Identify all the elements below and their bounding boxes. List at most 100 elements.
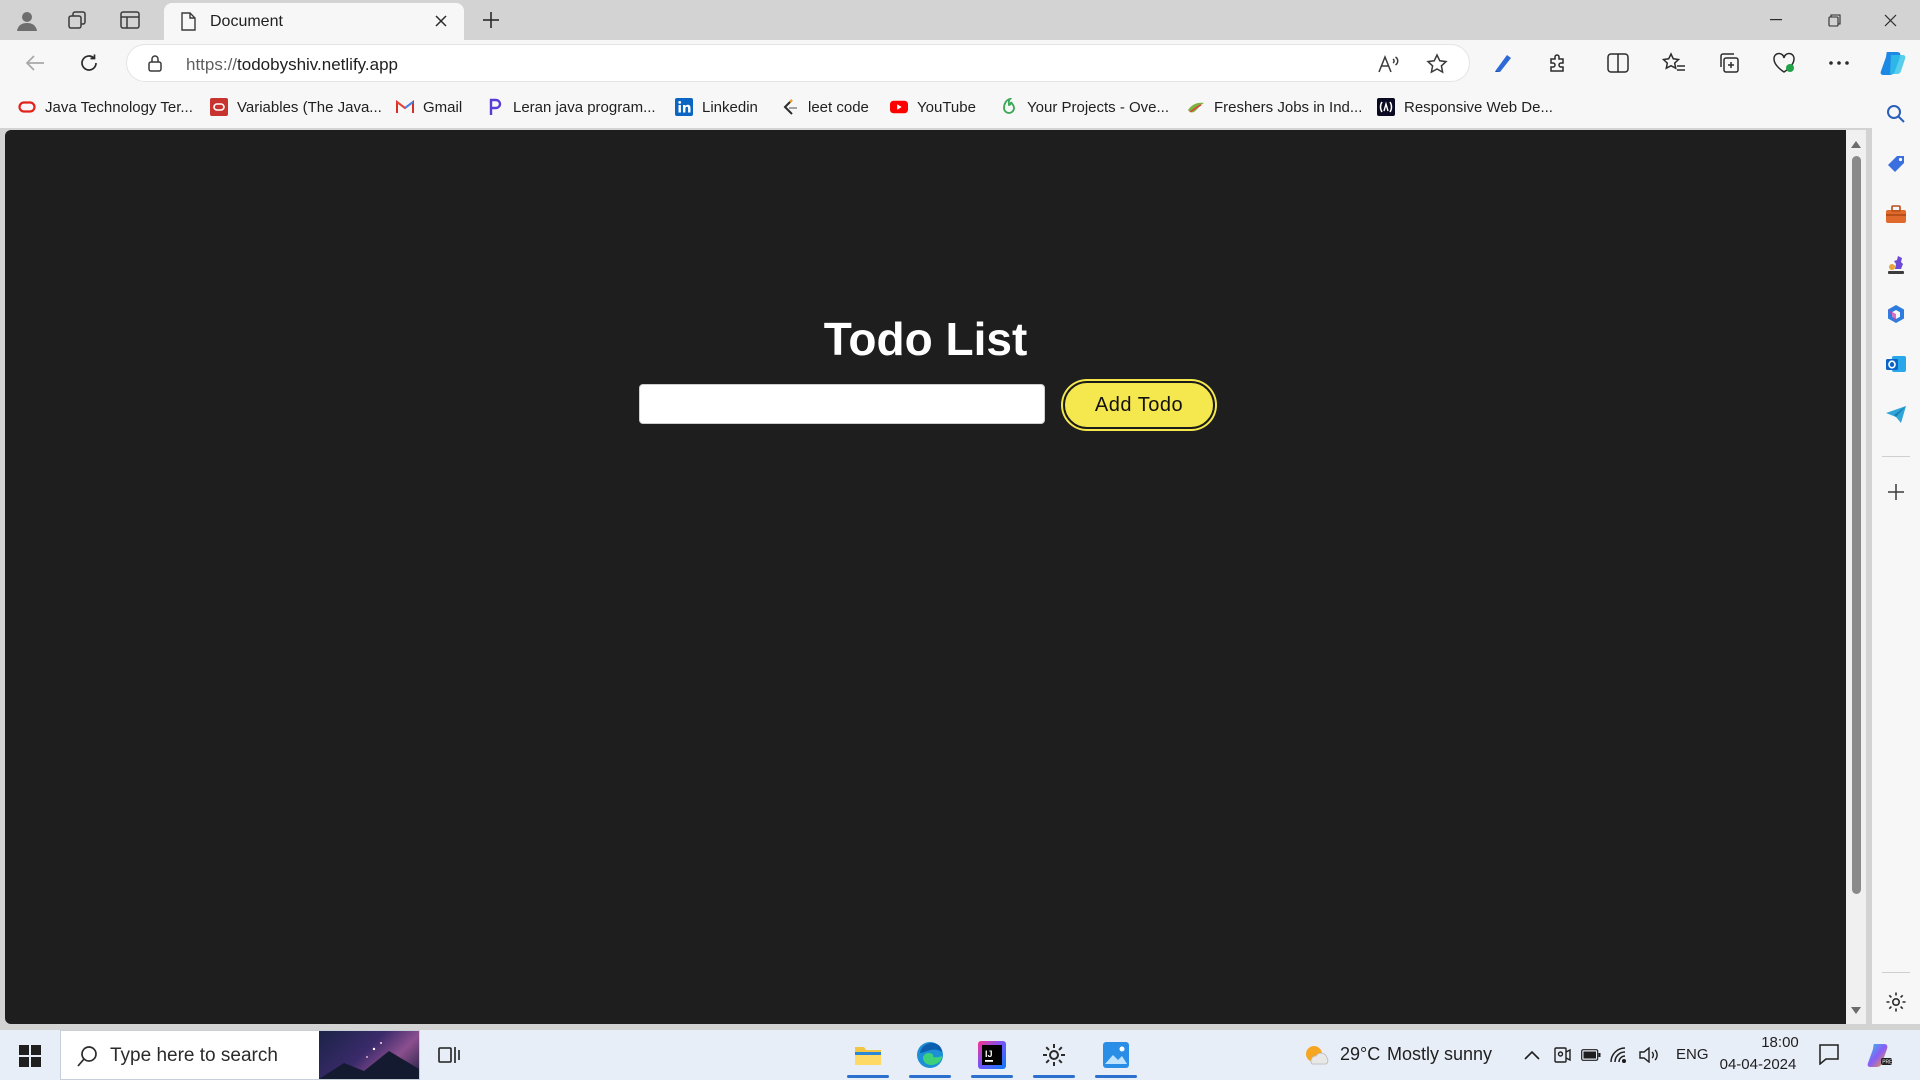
- restore-icon[interactable]: [1806, 0, 1862, 40]
- chevron-up-icon[interactable]: [1521, 1045, 1543, 1065]
- windows-taskbar: Type here to search IJ 29°C Mostly sunny: [0, 1030, 1920, 1080]
- bookmark-your-projects[interactable]: Your Projects - Ove...: [1000, 96, 1169, 118]
- gmail-icon: [396, 98, 414, 116]
- freecodecamp-icon: [1377, 98, 1395, 116]
- refresh-icon[interactable]: [72, 47, 106, 79]
- favorite-star-icon[interactable]: [1422, 49, 1452, 79]
- scroll-thumb[interactable]: [1852, 156, 1861, 894]
- shopping-tag-icon[interactable]: [1880, 148, 1912, 180]
- weather-sun-icon[interactable]: [1303, 1042, 1329, 1068]
- intellij-idea-icon[interactable]: IJ: [967, 1032, 1017, 1078]
- settings-gear-icon[interactable]: [1029, 1032, 1079, 1078]
- back-icon[interactable]: [18, 47, 52, 79]
- extensions-icon[interactable]: [1541, 47, 1575, 79]
- minimize-icon[interactable]: [1748, 0, 1804, 40]
- oracle-icon: [18, 98, 36, 116]
- scroll-down-arrow-icon[interactable]: [1849, 1004, 1863, 1016]
- search-icon[interactable]: [1880, 98, 1912, 130]
- games-chess-icon[interactable]: [1880, 248, 1912, 280]
- weather-condition[interactable]: Mostly sunny: [1387, 1044, 1492, 1065]
- copilot-icon[interactable]: [1876, 47, 1910, 79]
- tools-briefcase-icon[interactable]: [1880, 198, 1912, 230]
- microsoft-365-icon[interactable]: [1880, 298, 1912, 330]
- clock-date[interactable]: 04-04-2024: [1718, 1056, 1798, 1073]
- edge-sidebar: [1872, 86, 1920, 1024]
- oracle-box-icon: [210, 98, 228, 116]
- sidebar-separator: [1882, 972, 1910, 973]
- tab-document[interactable]: Document: [164, 3, 464, 40]
- bookmark-linkedin[interactable]: Linkedin: [675, 96, 758, 118]
- split-screen-icon[interactable]: [1601, 47, 1635, 79]
- bookmark-freshers-jobs[interactable]: Freshers Jobs in Ind...: [1187, 96, 1362, 118]
- volume-icon[interactable]: [1639, 1045, 1661, 1065]
- copilot-taskbar-icon[interactable]: PRE: [1866, 1041, 1894, 1069]
- send-drop-icon[interactable]: [1880, 398, 1912, 430]
- bookmark-variables[interactable]: Variables (The Java...: [210, 96, 382, 118]
- taskbar-search-box[interactable]: Type here to search: [60, 1030, 420, 1080]
- vertical-tabs-icon[interactable]: [115, 6, 145, 34]
- lock-icon[interactable]: [147, 54, 163, 77]
- bookmark-p-icon: [486, 98, 504, 116]
- search-highlight-image[interactable]: [319, 1031, 419, 1079]
- jobs-icon: [1187, 98, 1205, 116]
- youtube-icon: [890, 98, 908, 116]
- active-app-indicator: [1095, 1075, 1137, 1078]
- bookmark-gmail[interactable]: Gmail: [396, 96, 462, 118]
- notification-center-icon[interactable]: [1818, 1044, 1840, 1065]
- file-explorer-icon[interactable]: [843, 1032, 893, 1078]
- bookmark-label: Your Projects - Ove...: [1027, 98, 1170, 116]
- bookmark-label: Linkedin: [702, 98, 758, 116]
- sidebar-settings-gear-icon[interactable]: [1880, 986, 1912, 1018]
- svg-text:PRE: PRE: [1882, 1060, 1893, 1066]
- task-view-icon[interactable]: [424, 1032, 474, 1078]
- wifi-icon[interactable]: [1609, 1045, 1631, 1065]
- add-sidebar-app-icon[interactable]: [1880, 476, 1912, 508]
- designer-icon[interactable]: [1486, 47, 1520, 79]
- bookmark-label: Responsive Web De...: [1404, 98, 1553, 116]
- tab-strip: Document: [0, 0, 1920, 40]
- more-menu-icon[interactable]: [1822, 47, 1856, 79]
- favorites-icon[interactable]: [1657, 47, 1691, 79]
- clock-time[interactable]: 18:00: [1740, 1034, 1820, 1051]
- windows-start-icon[interactable]: [10, 1036, 50, 1076]
- bookmark-label: Freshers Jobs in Ind...: [1214, 98, 1363, 116]
- page-icon: [180, 12, 196, 36]
- outlook-icon[interactable]: [1880, 348, 1912, 380]
- bookmark-label: Variables (The Java...: [237, 98, 382, 116]
- close-window-icon[interactable]: [1862, 0, 1918, 40]
- close-tab-icon[interactable]: [430, 10, 452, 32]
- add-todo-button[interactable]: Add Todo: [1063, 381, 1215, 429]
- profile-icon[interactable]: [12, 6, 42, 34]
- workspaces-icon[interactable]: [62, 6, 92, 34]
- active-app-indicator: [909, 1075, 951, 1078]
- scroll-up-arrow-icon[interactable]: [1849, 138, 1863, 150]
- bookmark-youtube[interactable]: YouTube: [890, 96, 976, 118]
- linkedin-icon: [675, 98, 693, 116]
- sidebar-separator: [1882, 456, 1910, 457]
- collections-icon[interactable]: [1712, 47, 1746, 79]
- address-bar[interactable]: https://todobyshiv.netlify.app: [126, 44, 1470, 82]
- browser-essentials-icon[interactable]: [1767, 47, 1801, 79]
- url-text[interactable]: https://todobyshiv.netlify.app: [186, 55, 398, 75]
- meet-now-icon[interactable]: [1551, 1045, 1573, 1065]
- svg-text:IJ: IJ: [985, 1049, 993, 1059]
- bookmark-leran-java[interactable]: Leran java program...: [486, 96, 656, 118]
- bookmark-label: Gmail: [423, 98, 463, 116]
- bookmark-java-technology[interactable]: Java Technology Ter...: [18, 96, 193, 118]
- battery-icon[interactable]: [1580, 1045, 1602, 1065]
- leetcode-icon: [781, 98, 799, 116]
- edge-browser-icon[interactable]: [905, 1032, 955, 1078]
- photos-app-icon[interactable]: [1091, 1032, 1141, 1078]
- input-language[interactable]: ENG: [1676, 1046, 1709, 1063]
- page-scrollbar[interactable]: [1846, 130, 1866, 1024]
- read-aloud-icon[interactable]: [1373, 49, 1403, 79]
- bookmark-leet-code[interactable]: leet code: [781, 96, 869, 118]
- weather-temperature[interactable]: 29°C: [1340, 1044, 1380, 1065]
- todo-input[interactable]: [639, 384, 1045, 424]
- active-app-indicator: [847, 1075, 889, 1078]
- bookmark-label: Java Technology Ter...: [45, 98, 193, 116]
- bookmark-responsive-web[interactable]: Responsive Web De...: [1377, 96, 1553, 118]
- new-tab-icon[interactable]: [476, 6, 506, 34]
- active-app-indicator: [971, 1075, 1013, 1078]
- page-title: Todo List: [823, 313, 1028, 365]
